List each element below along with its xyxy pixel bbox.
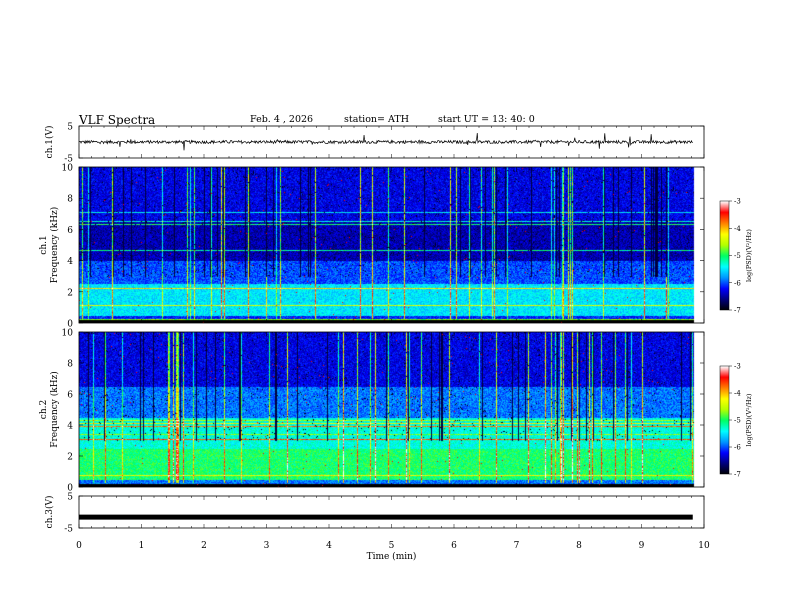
ch1-spectrogram-heatmap [79, 167, 704, 323]
colorbar-tick-label: -3 [734, 198, 741, 206]
x-tick-label: 3 [264, 541, 270, 551]
y-tick-label: 0 [67, 484, 73, 494]
ch2-spectrogram-colorbar: -3 -4 -5 -6 -7 log(PSD)(V²/Hz) [719, 363, 753, 479]
x-tick-label: 6 [451, 541, 457, 551]
vlf-spectra-figure: 5-5ch.1(V)5-5ch.3(V)0246810ch.1 Frequency… [39, 123, 753, 563]
colorbar-tick-label: -5 [734, 252, 741, 260]
y-tick-label: -5 [64, 525, 73, 535]
ch1-spectrogram-colorbar-gradient [720, 201, 729, 310]
x-tick-label: 2 [201, 541, 207, 551]
colorbar-tick-label: -6 [734, 279, 741, 287]
y-tick-label: 2 [67, 288, 73, 298]
x-tick-label: 9 [639, 541, 645, 551]
y-tick-label: 6 [67, 226, 73, 236]
y-tick-label: 6 [67, 391, 73, 401]
y-tick-label: 8 [67, 360, 73, 370]
y-tick-label: 5 [67, 123, 73, 133]
x-tick-label: 0 [76, 541, 82, 551]
colorbar-tick-label: -4 [734, 225, 741, 233]
colorbar-tick-label: -3 [734, 363, 741, 371]
x-axis: 0 1 2 3 4 5 6 7 8 9 10 Time (min) [76, 541, 710, 562]
x-axis-label: Time (min) [367, 551, 417, 562]
x-tick-label: 10 [698, 541, 710, 551]
colorbar-tick-label: -7 [734, 307, 741, 315]
ch1-waveform-line [78, 133, 693, 151]
ch2-spectrogram-ylabel: Frequency (kHz) [49, 371, 60, 448]
colorbar-label: log(PSD)(V²/Hz) [745, 393, 753, 446]
y-tick-label: 8 [67, 195, 73, 205]
colorbar-tick-label: -6 [734, 444, 741, 452]
y-tick-label: 2 [67, 453, 73, 463]
y-tick-label: 10 [62, 329, 74, 339]
ch1-spectrogram-colorbar: -3 -4 -5 -6 -7 log(PSD)(V²/Hz) [719, 198, 753, 315]
ch3-waveform-line [79, 514, 693, 520]
ch1-spectrogram-panel: 0246810ch.1 Frequency (kHz) [39, 164, 705, 330]
x-tick-label: 1 [139, 541, 145, 551]
ch2-spectrogram-colorbar-gradient [720, 366, 729, 474]
y-tick-label: 4 [67, 422, 73, 432]
y-tick-label: 5 [67, 493, 73, 503]
colorbar-tick-label: -4 [734, 390, 741, 398]
ch3-waveform-ylabel: ch.3(V) [44, 496, 55, 529]
colorbar-label: log(PSD)(V²/Hz) [745, 229, 753, 282]
x-tick-label: 7 [514, 541, 520, 551]
y-tick-label: 4 [67, 257, 73, 267]
ch1-spectrogram-ylabel: ch.1 [39, 235, 49, 254]
ch3-waveform-frame [78, 495, 705, 529]
colorbar-tick-label: -5 [734, 417, 741, 425]
y-tick-label: 10 [62, 164, 74, 174]
x-tick-label: 5 [389, 541, 395, 551]
x-tick-label: 4 [326, 541, 332, 551]
ch2-spectrogram-heatmap [79, 332, 704, 487]
ch1-waveform-ylabel: ch.1(V) [44, 126, 55, 159]
ch1-spectrogram-ylabel: Frequency (kHz) [49, 207, 60, 284]
ch2-spectrogram-panel: 0 2 4 6 8 10 ch.2 Frequency (kHz) [39, 329, 705, 494]
ch2-spectrogram-ylabel: ch.2 [39, 400, 49, 419]
colorbar-tick-label: -7 [734, 471, 741, 479]
x-tick-label: 8 [576, 541, 582, 551]
